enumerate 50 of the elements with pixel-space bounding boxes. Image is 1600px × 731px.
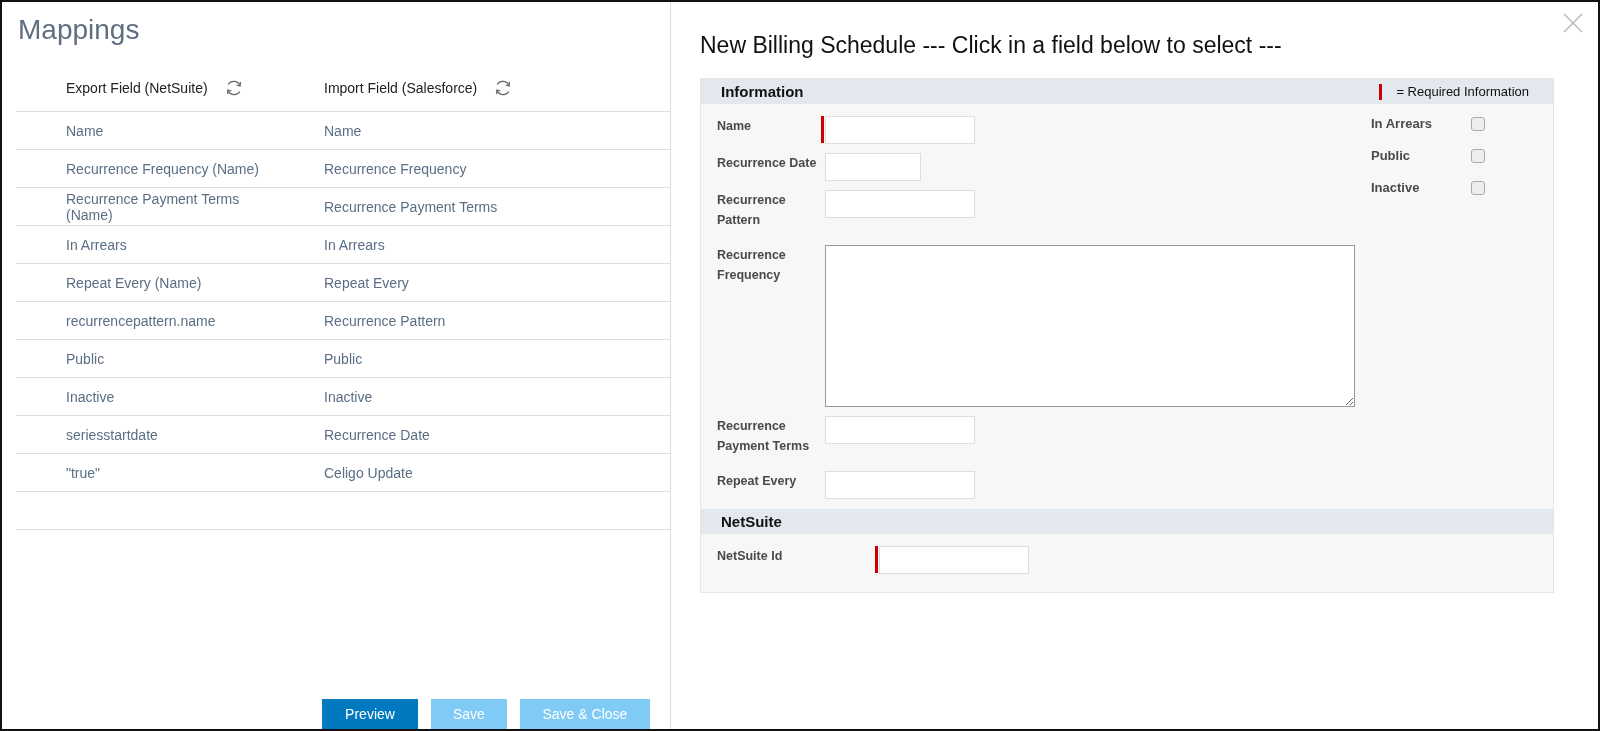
field-label: NetSuite Id xyxy=(717,548,784,565)
table-cell-text: Public xyxy=(324,350,364,367)
table-cell-text: "true" xyxy=(65,464,102,481)
table-cell-text: Recurrence Date xyxy=(324,426,431,443)
table-cell-text: seriesstartdate xyxy=(65,426,159,443)
checkbox[interactable] xyxy=(1471,148,1485,163)
table-cell-text: Recurrence Payment Terms (Name) xyxy=(65,190,241,223)
table-cell-text: Name xyxy=(324,122,363,139)
date-field[interactable] xyxy=(825,153,921,181)
checkbox-label: Inactive xyxy=(1371,180,1421,195)
table-cell-text: Recurrence Frequency xyxy=(324,160,468,177)
table-cell-text: recurrencepattern.name xyxy=(65,312,217,329)
checkbox[interactable] xyxy=(1471,116,1485,131)
checkbox[interactable] xyxy=(1471,180,1485,195)
table-cell-text: Inactive xyxy=(324,388,374,405)
table-cell-text: Celigo Update xyxy=(324,464,414,481)
field-label: Recurrence Frequency xyxy=(717,247,787,284)
input-field[interactable] xyxy=(825,416,975,444)
table-cell-text: In Arrears xyxy=(324,236,386,253)
input-field[interactable] xyxy=(879,546,1029,574)
close-icon[interactable] xyxy=(1562,12,1584,34)
table-cell-text: Recurrence Pattern xyxy=(324,312,447,329)
table-cell-text: Repeat Every (Name) xyxy=(65,274,203,291)
table-cell-text: Recurrence Frequency (Name) xyxy=(65,160,260,177)
section-title: Information xyxy=(721,83,804,100)
table-cell-text: Repeat Every xyxy=(324,274,410,291)
panel-title: Mappings xyxy=(17,13,141,47)
column-header: Export Field (NetSuite) xyxy=(66,79,208,96)
column-header: Import Field (Salesforce) xyxy=(324,79,478,96)
table-cell-text: In Arrears xyxy=(65,236,128,253)
field-label: Recurrence Date xyxy=(717,155,818,172)
table-cell-text: Inactive xyxy=(65,388,116,405)
field-label: Recurrence Pattern xyxy=(717,192,787,229)
checkbox-label: Public xyxy=(1371,148,1411,163)
table-cell-text: Recurrence Payment Terms xyxy=(324,198,499,215)
required-marker xyxy=(1379,83,1383,100)
text-area[interactable] xyxy=(825,245,1355,407)
field-label: Repeat Every xyxy=(717,473,798,490)
input-field[interactable] xyxy=(825,471,975,499)
legend-text: = Required Information xyxy=(1396,84,1529,99)
input-field[interactable] xyxy=(825,116,975,144)
table-cell-text: Name xyxy=(65,122,105,139)
field-label: Recurrence Payment Terms xyxy=(717,418,811,455)
preview-button[interactable]: Preview xyxy=(322,699,418,729)
field-label: Name xyxy=(717,118,753,135)
checkbox-label: In Arrears xyxy=(1371,116,1433,131)
table-cell-text: Public xyxy=(65,350,106,367)
section-title: NetSuite xyxy=(721,513,782,530)
form-title: New Billing Schedule --- Click in a field below to select --- xyxy=(700,32,1283,60)
input-field[interactable] xyxy=(825,190,975,218)
